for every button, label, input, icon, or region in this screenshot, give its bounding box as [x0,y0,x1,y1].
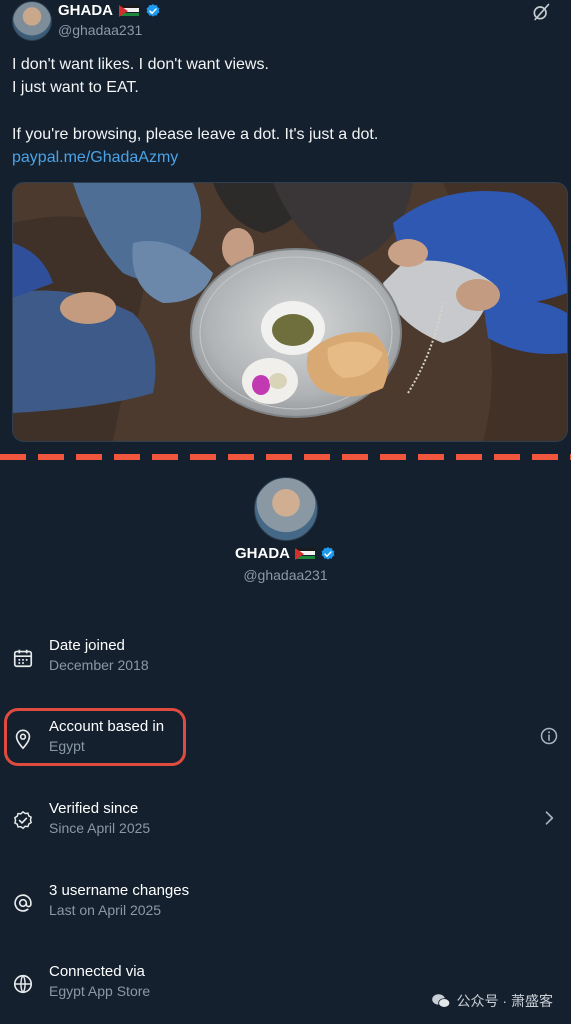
calendar-icon [13,649,33,668]
author-name-row: GHADA [58,2,161,19]
profile-handle: @ghadaa231 [243,567,328,583]
tweet-line: I just want to EAT. [12,79,139,96]
palestine-flag-icon [119,4,139,17]
globe-icon [13,974,33,994]
info-title: Connected via [49,963,145,980]
avatar[interactable] [12,1,52,41]
info-value: Since April 2025 [49,820,151,836]
photo-illustration [13,183,567,441]
info-date-joined: Date joined December 2018 [0,637,571,687]
profile-name: GHADA [235,545,290,562]
profile-name-row: GHADA [0,545,571,562]
verified-badge-icon [146,3,160,17]
wechat-watermark: 公众号 · 萧盛客 [431,991,553,1011]
info-circle-icon[interactable] [539,726,559,746]
tweet-line: I don't want likes. I don't want views. [12,56,269,73]
dashed-divider [0,454,571,460]
info-value: Last on April 2025 [49,902,162,918]
verified-badge-icon [321,546,335,560]
info-title: Date joined [49,637,125,654]
grok-icon[interactable] [531,2,551,22]
tweet-line: If you're browsing, please leave a dot. … [12,126,379,143]
author-name[interactable]: GHADA [58,2,113,19]
highlight-box [4,708,186,766]
info-title: Verified since [49,800,139,817]
palestine-flag-icon [295,547,315,560]
tweet-text: I don't want likes. I don't want views. … [12,53,552,169]
tweet-photo[interactable] [12,182,568,442]
info-title: 3 username changes [49,882,190,899]
watermark-label: 公众号 · 萧盛客 [456,993,553,1009]
tweet-header: GHADA @ghadaa231 [10,0,565,44]
paypal-link[interactable]: paypal.me/GhadaAzmy [12,149,178,166]
info-value: December 2018 [49,657,149,673]
profile-avatar[interactable] [254,477,318,541]
wechat-icon [431,994,450,1008]
info-value: Egypt App Store [49,983,151,999]
author-handle[interactable]: @ghadaa231 [58,22,142,38]
info-username-changes: 3 username changes Last on April 2025 [0,882,571,932]
verified-outline-icon [13,810,33,830]
info-verified-since[interactable]: Verified since Since April 2025 [0,800,571,850]
at-sign-icon [14,894,32,912]
chevron-right-icon[interactable] [539,808,559,828]
